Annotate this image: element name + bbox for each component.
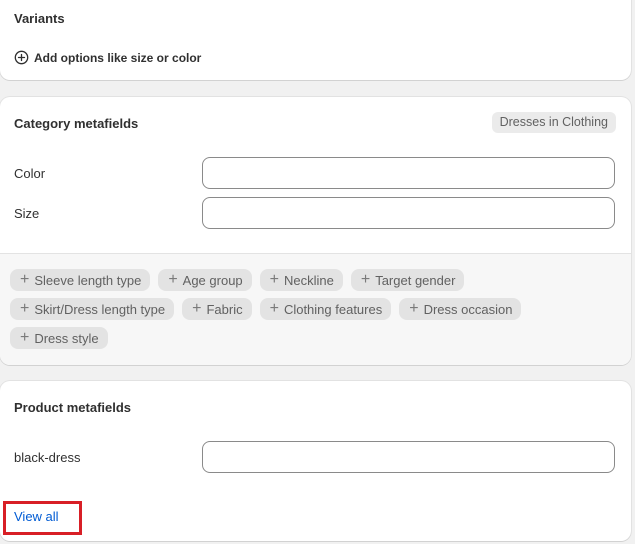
chip-fabric[interactable]: + Fabric [182, 298, 252, 320]
plus-icon: + [20, 271, 30, 288]
plus-icon: + [360, 271, 371, 288]
plus-icon: + [20, 300, 30, 317]
category-metafields-title: Category metafields [14, 116, 139, 131]
chip-label: Skirt/Dress length type [34, 301, 166, 317]
chip-label: Fabric [206, 301, 243, 317]
chip-clothing-features[interactable]: + Clothing features [259, 298, 392, 320]
product-metafields-title: Product metafields [14, 400, 132, 415]
chip-target-gender[interactable]: + Target gender [350, 269, 465, 291]
black-dress-field-row: black-dress [14, 441, 615, 473]
black-dress-label: black-dress [14, 450, 81, 465]
chip-label: Clothing features [283, 301, 383, 317]
color-field-row: Color [14, 157, 615, 189]
add-options-button[interactable]: Add options like size or color [14, 50, 201, 65]
color-label: Color [14, 166, 46, 181]
chip-skirt-dress-length-type[interactable]: + Skirt/Dress length type [10, 298, 175, 320]
chip-dress-occasion[interactable]: + Dress occasion [399, 298, 522, 320]
plus-icon: + [269, 271, 279, 288]
plus-icon: + [168, 271, 178, 288]
variants-card: Variants Add options like size or color [0, 0, 631, 80]
size-input[interactable] [202, 197, 615, 229]
plus-circle-icon [14, 50, 29, 65]
plus-icon: + [269, 300, 279, 317]
chip-dress-style[interactable]: + Dress style [10, 327, 108, 349]
chip-label: Age group [182, 272, 243, 288]
chip-label: Neckline [284, 272, 334, 288]
chip-neckline[interactable]: + Neckline [259, 269, 343, 291]
chip-label: Dress occasion [423, 301, 513, 317]
category-badge: Dresses in Clothing [491, 112, 616, 133]
product-metafields-card: Product metafields black-dress [0, 381, 631, 541]
chip-sleeve-length-type[interactable]: + Sleeve length type [10, 269, 151, 291]
chip-label: Dress style [34, 330, 99, 346]
view-all-link[interactable]: View all [14, 509, 59, 524]
size-label: Size [14, 206, 40, 221]
suggestion-chips: + Sleeve length type + Age group + Neckl… [10, 269, 600, 349]
variants-title: Variants [14, 11, 65, 26]
plus-icon: + [192, 300, 202, 317]
category-metafields-card: Category metafields Dresses in Clothing … [0, 97, 631, 365]
plus-icon: + [20, 329, 30, 346]
size-field-row: Size [14, 197, 615, 229]
add-options-label: Add options like size or color [34, 50, 202, 65]
metafield-suggestions: + Sleeve length type + Age group + Neckl… [0, 253, 631, 365]
plus-icon: + [409, 300, 419, 317]
color-input[interactable] [202, 157, 615, 189]
chip-label: Sleeve length type [34, 272, 142, 288]
chip-label: Target gender [375, 272, 456, 288]
chip-age-group[interactable]: + Age group [158, 269, 252, 291]
black-dress-input[interactable] [202, 441, 615, 473]
